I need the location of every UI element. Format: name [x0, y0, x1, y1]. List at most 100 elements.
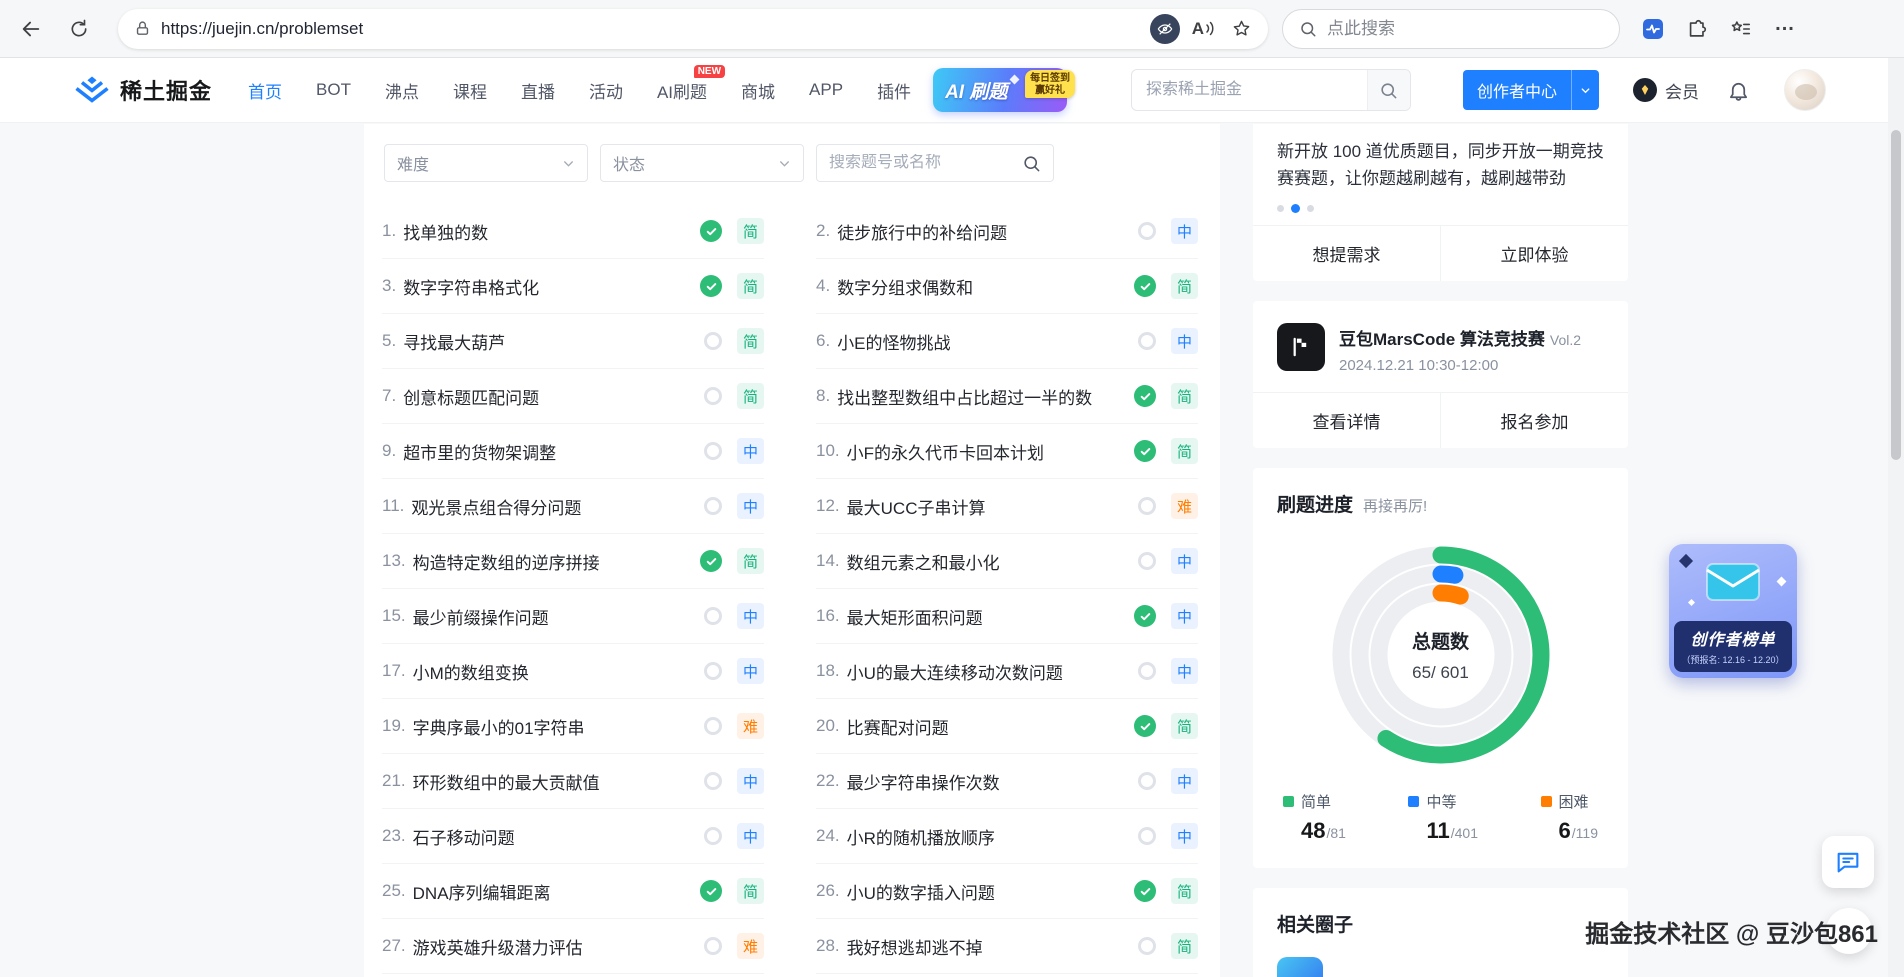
problem-row[interactable]: 25.DNA序列编辑距离简 [382, 864, 764, 919]
problem-row[interactable]: 7.创意标题匹配问题简 [382, 369, 764, 424]
nav-item[interactable]: 沸点 [385, 78, 419, 103]
user-avatar[interactable] [1784, 69, 1826, 111]
carousel-dot[interactable] [1277, 205, 1284, 212]
problem-title[interactable]: 小R的随机播放顺序 [847, 824, 995, 849]
problem-row[interactable]: 21.环形数组中的最大贡献值中 [382, 754, 764, 809]
problem-row[interactable]: 17.小M的数组变换中 [382, 644, 764, 699]
problem-title[interactable]: 找出整型数组中占比超过一半的数 [837, 384, 1092, 409]
extensions-icon[interactable] [1680, 12, 1714, 46]
notification-bell-icon[interactable] [1727, 79, 1750, 102]
problem-title[interactable]: 小E的怪物挑战 [837, 329, 950, 354]
tracking-prevention-icon[interactable] [1150, 14, 1180, 44]
problem-search-box[interactable] [816, 144, 1054, 182]
problem-row[interactable]: 20.比赛配对问题简 [816, 699, 1198, 754]
problem-title[interactable]: 超市里的货物架调整 [403, 439, 556, 464]
problem-row[interactable]: 23.石子移动问题中 [382, 809, 764, 864]
creator-center-button[interactable]: 创作者中心 [1463, 70, 1599, 110]
problem-row[interactable]: 14.数组元素之和最小化中 [816, 534, 1198, 589]
carousel-dot[interactable] [1307, 205, 1314, 212]
favorites-hub-icon[interactable] [1724, 12, 1758, 46]
scrollbar-thumb[interactable] [1891, 130, 1901, 460]
problem-title[interactable]: 石子移动问题 [413, 824, 515, 849]
problem-row[interactable]: 9.超市里的货物架调整中 [382, 424, 764, 479]
card-action-button[interactable]: 报名参加 [1440, 393, 1628, 448]
problem-title[interactable]: 比赛配对问题 [847, 714, 949, 739]
problem-title[interactable]: 最大矩形面积问题 [847, 604, 983, 629]
problem-title[interactable]: 小M的数组变换 [413, 659, 529, 684]
nav-item[interactable]: BOT [316, 80, 351, 100]
page-scrollbar[interactable] [1888, 58, 1904, 977]
status-filter-select[interactable]: 状态 [600, 144, 804, 182]
problem-title[interactable]: 数组元素之和最小化 [847, 549, 1000, 574]
problem-title[interactable]: 游戏英雄升级潜力评估 [413, 934, 583, 959]
url-text[interactable]: https://juejin.cn/problemset [161, 19, 363, 39]
problem-row[interactable]: 6.小E的怪物挑战中 [816, 314, 1198, 369]
card-action-button[interactable]: 立即体验 [1440, 226, 1628, 281]
problem-row[interactable]: 24.小R的随机播放顺序中 [816, 809, 1198, 864]
problem-row[interactable]: 26.小U的数字插入问题简 [816, 864, 1198, 919]
browser-essentials-icon[interactable] [1636, 12, 1670, 46]
problem-row[interactable]: 16.最大矩形面积问题中 [816, 589, 1198, 644]
problem-title[interactable]: 寻找最大葫芦 [403, 329, 505, 354]
problem-row[interactable]: 8.找出整型数组中占比超过一半的数简 [816, 369, 1198, 424]
problem-title[interactable]: 字典序最小的01字符串 [413, 714, 585, 739]
problem-title[interactable]: 徒步旅行中的补给问题 [837, 219, 1007, 244]
problem-title[interactable]: 小F的永久代币卡回本计划 [847, 439, 1044, 464]
nav-item[interactable]: APP [809, 80, 843, 100]
problem-title[interactable]: 最少字符串操作次数 [847, 769, 1000, 794]
refresh-icon[interactable] [62, 12, 96, 46]
problem-row[interactable]: 11.观光景点组合得分问题中 [382, 479, 764, 534]
back-icon[interactable] [14, 12, 48, 46]
address-bar[interactable]: https://juejin.cn/problemset A [118, 9, 1268, 49]
problem-title[interactable]: 构造特定数组的逆序拼接 [413, 549, 600, 574]
member-link[interactable]: 会员 [1633, 78, 1699, 103]
browser-search-input[interactable] [1327, 19, 1603, 39]
problem-title[interactable]: 我好想逃却逃不掉 [847, 934, 983, 959]
problem-row[interactable]: 27.游戏英雄升级潜力评估难 [382, 919, 764, 974]
feedback-chat-button[interactable] [1822, 836, 1874, 888]
problem-title[interactable]: 最少前缀操作问题 [413, 604, 549, 629]
problem-title[interactable]: 小U的数字插入问题 [847, 879, 995, 904]
browser-search-box[interactable] [1282, 9, 1620, 49]
problem-row[interactable]: 10.小F的永久代币卡回本计划简 [816, 424, 1198, 479]
problem-row[interactable]: 4.数字分组求偶数和简 [816, 259, 1198, 314]
site-search-input[interactable] [1132, 70, 1367, 110]
juejin-logo[interactable]: 稀土掘金 [74, 74, 212, 106]
problem-row[interactable]: 28.我好想逃却逃不掉简 [816, 919, 1198, 974]
card-action-button[interactable]: 想提需求 [1253, 226, 1440, 281]
problem-search-input[interactable] [829, 154, 1022, 172]
nav-item[interactable]: 活动 [589, 78, 623, 103]
site-search-button[interactable] [1367, 70, 1410, 110]
circle-avatar[interactable] [1277, 957, 1323, 977]
problem-title[interactable]: DNA序列编辑距离 [413, 879, 551, 904]
nav-item[interactable]: 插件 [877, 78, 911, 103]
problem-title[interactable]: 观光景点组合得分问题 [411, 494, 581, 519]
problem-row[interactable]: 3.数字字符串格式化简 [382, 259, 764, 314]
ai-practice-banner[interactable]: AI 刷题 每日签到 赢好礼 [933, 68, 1067, 112]
settings-more-icon[interactable]: ... [1768, 12, 1802, 46]
problem-row[interactable]: 19.字典序最小的01字符串难 [382, 699, 764, 754]
search-icon[interactable] [1022, 154, 1041, 173]
problem-row[interactable]: 22.最少字符串操作次数中 [816, 754, 1198, 809]
problem-row[interactable]: 15.最少前缀操作问题中 [382, 589, 764, 644]
problem-row[interactable]: 12.最大UCC子串计算难 [816, 479, 1198, 534]
problem-row[interactable]: 5.寻找最大葫芦简 [382, 314, 764, 369]
site-search-box[interactable] [1131, 69, 1411, 111]
creator-center-dropdown[interactable] [1571, 70, 1599, 110]
problem-row[interactable]: 13.构造特定数组的逆序拼接简 [382, 534, 764, 589]
difficulty-filter-select[interactable]: 难度 [384, 144, 588, 182]
creator-leaderboard-badge[interactable]: 创作者榜单 （预报名: 12.16 - 12.20） [1669, 544, 1797, 678]
problem-title[interactable]: 小U的最大连续移动次数问题 [847, 659, 1063, 684]
problem-title[interactable]: 最大UCC子串计算 [847, 494, 986, 519]
card-action-button[interactable]: 查看详情 [1253, 393, 1440, 448]
favorite-star-icon[interactable] [1224, 12, 1258, 46]
problem-title[interactable]: 环形数组中的最大贡献值 [413, 769, 600, 794]
problem-title[interactable]: 找单独的数 [403, 219, 488, 244]
nav-item[interactable]: 课程 [453, 78, 487, 103]
problem-row[interactable]: 1.找单独的数简 [382, 204, 764, 259]
problem-row[interactable]: 2.徒步旅行中的补给问题中 [816, 204, 1198, 259]
problem-title[interactable]: 创意标题匹配问题 [403, 384, 539, 409]
problem-title[interactable]: 数字分组求偶数和 [837, 274, 973, 299]
nav-item[interactable]: AI刷题NEW [657, 78, 707, 103]
read-aloud-icon[interactable]: A [1192, 19, 1214, 39]
